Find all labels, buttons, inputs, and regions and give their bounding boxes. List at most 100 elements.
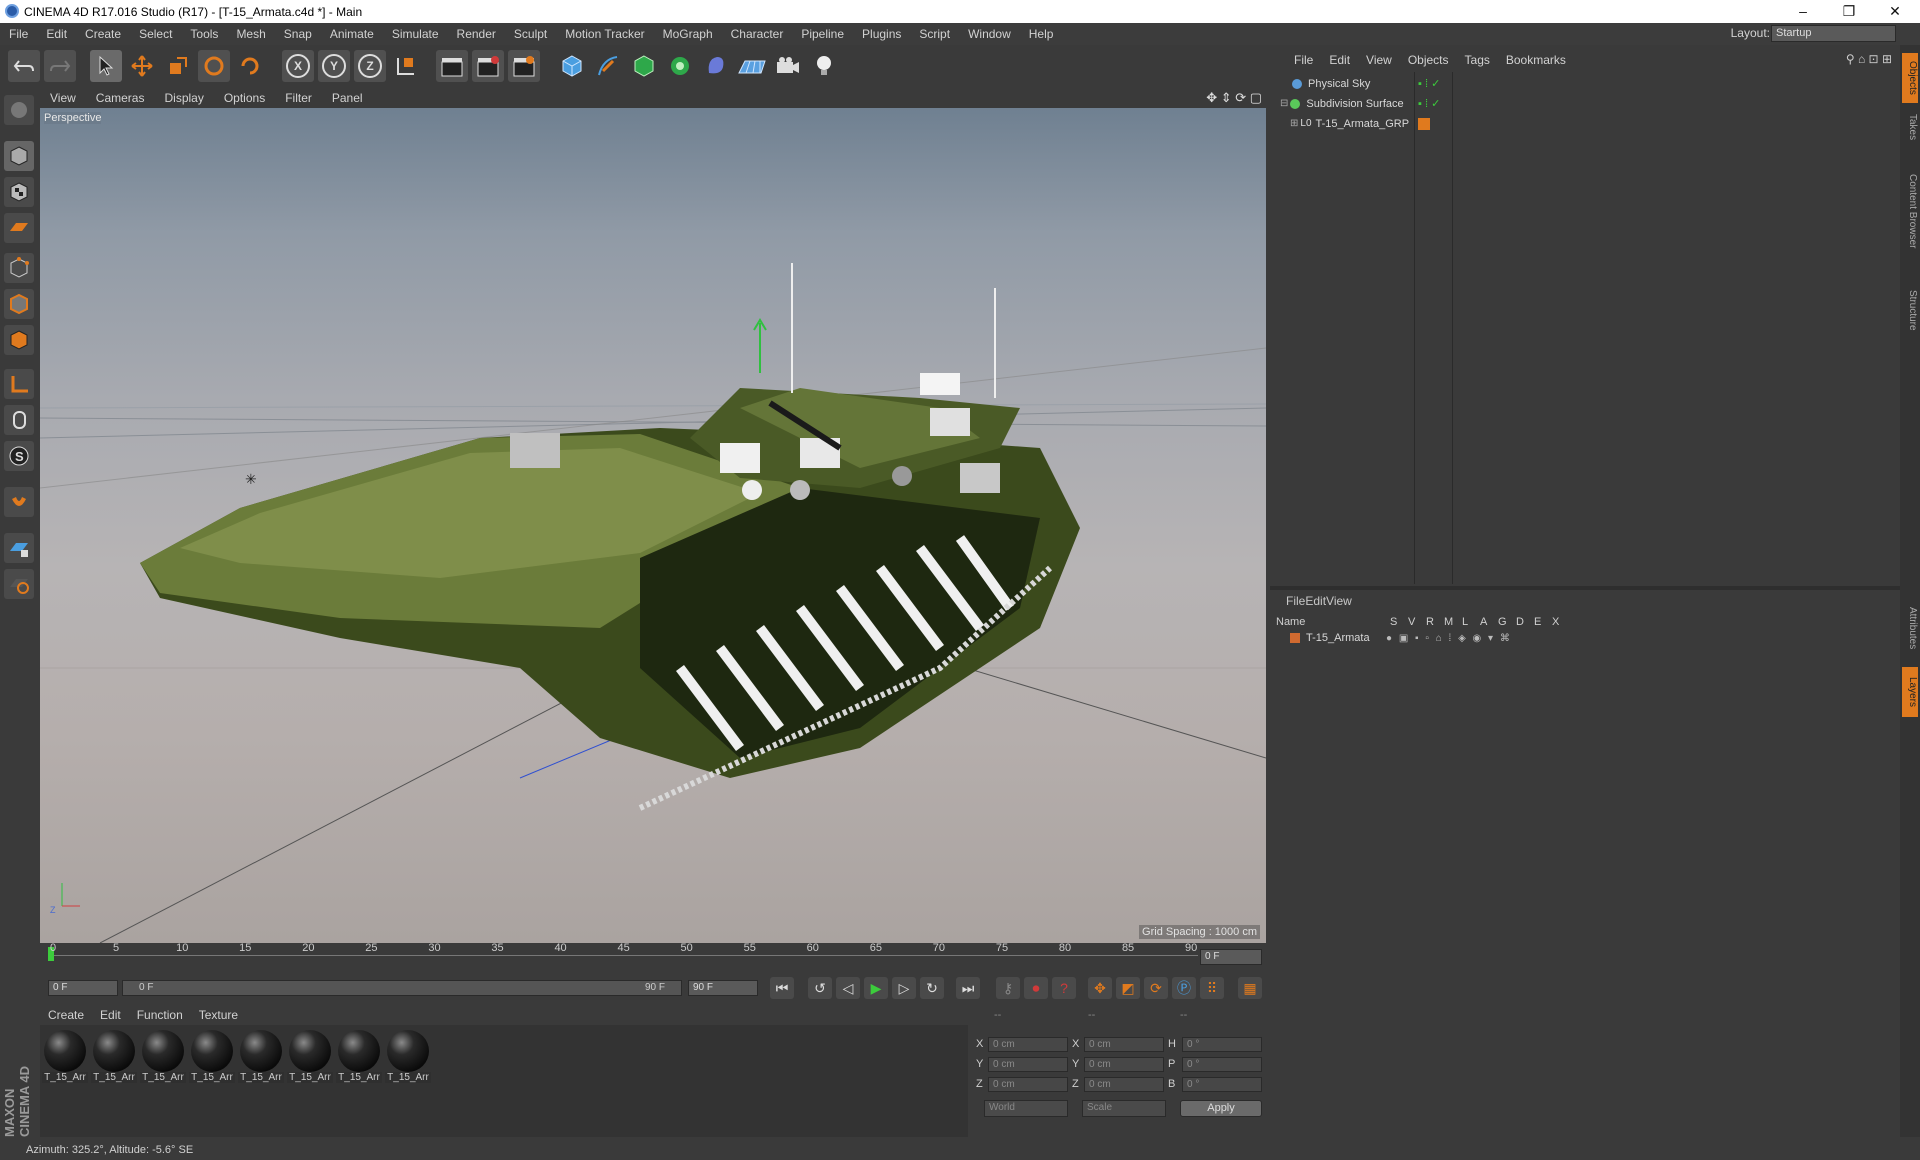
viewport-menu-display[interactable]: Display	[154, 91, 213, 105]
next-key-button[interactable]: ↻	[920, 977, 944, 999]
next-frame-button[interactable]: ▷	[892, 977, 916, 999]
viewport-menu-filter[interactable]: Filter	[275, 91, 322, 105]
material-swatch[interactable]: T_15_Arr	[42, 1030, 88, 1086]
pos-z-field[interactable]: 0 cm	[988, 1077, 1068, 1092]
expand-toggle-icon[interactable]: ⊟	[1280, 98, 1288, 109]
key-scale-button[interactable]: ◩	[1116, 977, 1140, 999]
close-button[interactable]: ✕	[1872, 0, 1918, 23]
menu-file[interactable]: File	[0, 27, 37, 41]
menu-create[interactable]: Create	[76, 27, 130, 41]
object-menu-edit[interactable]: Edit	[1321, 53, 1358, 67]
layer-col-view[interactable]: V	[1408, 616, 1426, 628]
3d-viewport[interactable]: ✳ Perspective Z Grid Spacing : 1000 cm	[40, 108, 1266, 943]
layer-col-xref[interactable]: X	[1552, 616, 1570, 628]
axis-mode-button[interactable]	[4, 369, 34, 399]
z-axis-lock[interactable]: Z	[354, 50, 386, 82]
record-keys-button[interactable]: ⚷	[996, 977, 1020, 999]
x-axis-lock[interactable]: X	[282, 50, 314, 82]
size-x-field[interactable]: 0 cm	[1084, 1037, 1164, 1052]
material-swatch[interactable]: T_15_Arr	[336, 1030, 382, 1086]
coordinate-system-button[interactable]	[390, 50, 422, 82]
coordinate-mode-dropdown[interactable]: World	[984, 1100, 1068, 1117]
menu-motion-tracker[interactable]: Motion Tracker	[556, 27, 653, 41]
size-y-field[interactable]: 0 cm	[1084, 1057, 1164, 1072]
layer-col-animation[interactable]: A	[1480, 616, 1498, 628]
key-position-button[interactable]: ✥	[1088, 977, 1112, 999]
move-select-tool[interactable]	[90, 50, 122, 82]
material-swatch[interactable]: T_15_Arr	[238, 1030, 284, 1086]
expand-toggle-icon[interactable]: ⊞	[1290, 118, 1298, 129]
layer-color-swatch[interactable]	[1290, 633, 1300, 643]
viewport-nav-icons[interactable]: ✥ ⇕ ⟳ ▢	[1206, 90, 1262, 106]
key-pla-button[interactable]: ⠿	[1200, 977, 1224, 999]
rot-p-field[interactable]: 0 °	[1182, 1057, 1262, 1072]
previous-frame-button[interactable]: ◁	[836, 977, 860, 999]
go-to-start-button[interactable]: ⏮	[770, 977, 794, 999]
end-frame-field[interactable]: 90 F	[688, 980, 758, 996]
render-picture-viewer-button[interactable]	[472, 50, 504, 82]
object-row-physical-sky[interactable]: Physical Sky ▪ ⁞ ✓	[1270, 74, 1900, 93]
undo-button[interactable]	[8, 50, 40, 82]
render-settings-button[interactable]	[508, 50, 540, 82]
material-swatch[interactable]: T_15_Arr	[385, 1030, 431, 1086]
polygons-mode-button[interactable]	[4, 325, 34, 355]
object-menu-file[interactable]: File	[1286, 53, 1321, 67]
rot-b-field[interactable]: 0 °	[1182, 1077, 1262, 1092]
material-menu-create[interactable]: Create	[40, 1008, 92, 1022]
previous-key-button[interactable]: ↺	[808, 977, 832, 999]
tab-structure[interactable]: Structure	[1902, 275, 1918, 345]
rotate-tool[interactable]	[198, 50, 230, 82]
timeline-window-button[interactable]: ▦	[1238, 977, 1262, 999]
size-mode-dropdown[interactable]: Scale	[1082, 1100, 1166, 1117]
timeline[interactable]: 0 5 10 15 20 25 30 35 40 45 50 55 60 65 70 75 80 85 90 0 F	[40, 942, 1266, 971]
material-swatch[interactable]: T_15_Arr	[189, 1030, 235, 1086]
tab-objects[interactable]: Objects	[1902, 53, 1918, 103]
pos-x-field[interactable]: 0 cm	[988, 1037, 1068, 1052]
edges-mode-button[interactable]	[4, 289, 34, 319]
render-view-button[interactable]	[436, 50, 468, 82]
material-menu-texture[interactable]: Texture	[191, 1008, 246, 1022]
menu-window[interactable]: Window	[959, 27, 1020, 41]
layer-col-solo[interactable]: S	[1390, 616, 1408, 628]
add-camera-button[interactable]	[772, 50, 804, 82]
layer-col-generators[interactable]: G	[1498, 616, 1516, 628]
viewport-menu-options[interactable]: Options	[214, 91, 275, 105]
layer-col-manager[interactable]: M	[1444, 616, 1462, 628]
layer-col-deformers[interactable]: D	[1516, 616, 1534, 628]
tweak-mode-button[interactable]	[4, 405, 34, 435]
tab-takes[interactable]: Takes	[1902, 107, 1918, 147]
layer-row-t15-armata[interactable]: T-15_Armata ● ▣ ▪ ▫ ⌂ ⁞ ◈ ◉ ▾ ⌘	[1270, 630, 1900, 646]
workplane-lock-button[interactable]	[4, 533, 34, 563]
layer-menu-view[interactable]: View	[1326, 594, 1352, 608]
layer-menu-file[interactable]: File	[1286, 594, 1305, 608]
add-cube-button[interactable]	[556, 50, 588, 82]
redo-button[interactable]	[44, 50, 76, 82]
menu-render[interactable]: Render	[448, 27, 505, 41]
menu-select[interactable]: Select	[130, 27, 181, 41]
menu-mesh[interactable]: Mesh	[227, 27, 274, 41]
add-spline-button[interactable]	[592, 50, 624, 82]
add-floor-button[interactable]	[736, 50, 768, 82]
menu-script[interactable]: Script	[910, 27, 959, 41]
scale-tool[interactable]	[162, 50, 194, 82]
viewport-menu-cameras[interactable]: Cameras	[86, 91, 155, 105]
object-row-t15-armata-grp[interactable]: ⊞ L0 T-15_Armata_GRP	[1270, 114, 1900, 133]
object-manager-search-icon[interactable]: ⚲ ⌂ ⊡ ⊞	[1846, 52, 1892, 66]
magnet-tool-button[interactable]	[4, 487, 34, 517]
make-editable-button[interactable]	[4, 95, 34, 125]
rot-h-field[interactable]: 0 °	[1182, 1037, 1262, 1052]
layer-toggle-icons[interactable]: ● ▣ ▪ ▫ ⌂ ⁞ ◈ ◉ ▾ ⌘	[1386, 633, 1512, 644]
menu-sculpt[interactable]: Sculpt	[505, 27, 556, 41]
object-menu-objects[interactable]: Objects	[1400, 53, 1457, 67]
menu-mograph[interactable]: MoGraph	[654, 27, 722, 41]
layer-menu-edit[interactable]: Edit	[1305, 594, 1326, 608]
layer-col-render[interactable]: R	[1426, 616, 1444, 628]
current-frame-field[interactable]: 0 F	[1200, 949, 1262, 965]
model-mode-button[interactable]	[4, 141, 34, 171]
points-mode-button[interactable]	[4, 253, 34, 283]
visibility-check-icon[interactable]: ▪ ⁞ ✓	[1418, 77, 1440, 90]
frame-range-slider[interactable]: 0 F 90 F	[122, 980, 682, 996]
viewport-menu-view[interactable]: View	[40, 91, 86, 105]
viewport-menu-panel[interactable]: Panel	[322, 91, 373, 105]
move-tool[interactable]	[126, 50, 158, 82]
